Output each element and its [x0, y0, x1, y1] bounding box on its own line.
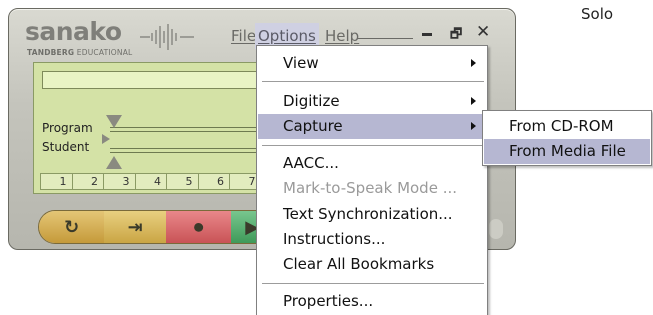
submenu-arrow-icon	[471, 59, 476, 67]
menu-item-mark-to-speak: Mark-to-Speak Mode ...	[283, 179, 458, 197]
menu-item-view[interactable]: View	[258, 51, 487, 76]
transport-bar: ↻ ⇥ ⏺ ▶	[38, 210, 274, 244]
capture-submenu: From CD-ROM From Media File	[482, 110, 652, 166]
menu-help[interactable]: Help	[325, 27, 359, 45]
record-button[interactable]: ⏺	[165, 211, 232, 243]
menu-item-digitize[interactable]: Digitize	[258, 89, 487, 114]
bookmark-tick[interactable]: 6	[197, 173, 229, 190]
submenu-item-from-cd-rom[interactable]: From CD-ROM	[484, 114, 650, 139]
menu-item-label: Capture	[283, 117, 343, 135]
menu-item-text-sync[interactable]: Text Synchronization...	[258, 202, 487, 227]
menu-item-properties[interactable]: Properties...	[258, 289, 487, 314]
menu-item-label: View	[283, 54, 319, 72]
menu-item-instructions[interactable]: Instructions...	[258, 227, 487, 252]
program-label: Program	[42, 121, 93, 135]
submenu-arrow-icon	[471, 97, 476, 105]
student-track[interactable]	[110, 148, 270, 153]
student-label: Student	[42, 140, 90, 154]
solo-label: Solo	[581, 5, 614, 23]
volume-knob[interactable]	[489, 219, 503, 239]
display-panel: Program Student 1 2 3 4 5 6 7	[33, 62, 270, 194]
bookmark-tick[interactable]: 4	[134, 173, 166, 190]
record-icon: ⏺	[194, 216, 204, 238]
bookmark-tick[interactable]: 5	[166, 173, 198, 190]
submenu-item-from-media-file[interactable]: From Media File	[484, 139, 650, 164]
menubar-rule	[357, 38, 413, 39]
repeat-button[interactable]: ↻	[39, 211, 105, 243]
menu-file[interactable]: File	[231, 27, 256, 45]
back-icon: ⇥	[127, 216, 143, 238]
menu-item-capture[interactable]: Capture	[258, 114, 487, 139]
bookmark-tick[interactable]: 3	[103, 173, 135, 190]
options-menu: View Digitize Capture AACC... Mark-to-Sp…	[256, 45, 488, 315]
sanako-logo: sanako TANDBERG EDUCATIONAL	[25, 17, 132, 58]
logo-tagline: TANDBERG EDUCATIONAL	[27, 48, 133, 57]
back-button[interactable]: ⇥	[104, 211, 166, 243]
menu-item-label: Digitize	[283, 92, 340, 110]
restore-button[interactable]: 🗗	[450, 25, 462, 47]
menu-separator	[262, 283, 484, 284]
position-marker-top-icon[interactable]	[106, 115, 122, 128]
submenu-arrow-icon	[471, 122, 476, 130]
minimize-button[interactable]	[422, 33, 432, 36]
repeat-icon: ↻	[64, 216, 80, 238]
close-button[interactable]: ✕	[476, 22, 490, 42]
bookmark-tick[interactable]: 1	[40, 173, 72, 190]
bookmark-tick[interactable]: 2	[71, 173, 103, 190]
menu-separator	[262, 145, 484, 146]
play-position-icon	[102, 134, 110, 144]
logo-wordmark: sanako	[25, 17, 122, 46]
display-readout	[42, 71, 268, 89]
menu-item-clear-bookmarks[interactable]: Clear All Bookmarks	[258, 252, 487, 277]
bookmark-ticks: 1 2 3 4 5 6 7	[40, 173, 261, 190]
menu-separator	[262, 81, 484, 82]
program-track[interactable]	[110, 127, 270, 132]
position-marker-bottom-icon[interactable]	[106, 156, 122, 169]
menu-item-aacc[interactable]: AACC...	[258, 151, 487, 176]
waveform-icon	[140, 24, 194, 50]
